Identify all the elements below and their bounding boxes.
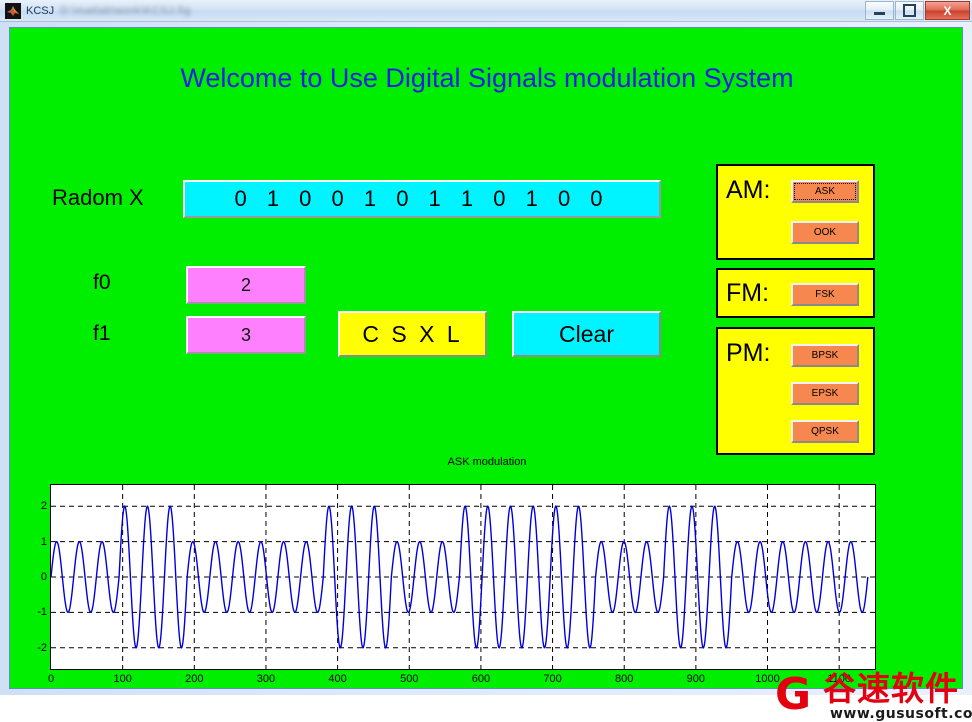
f0-input[interactable]: 2 xyxy=(186,266,306,304)
minimize-button[interactable] xyxy=(865,1,894,20)
watermark-url: www.gususoft.com xyxy=(830,706,972,722)
window-title: KCSJ xyxy=(26,4,55,17)
window-titlebar: KCSJ D:\matlab\work\KCSJ.fig X xyxy=(0,0,972,22)
window-controls: X xyxy=(864,1,970,20)
application-window: KCSJ D:\matlab\work\KCSJ.fig X Welcome t… xyxy=(0,0,972,722)
ook-button[interactable]: OOK xyxy=(791,221,859,244)
radom-x-label: Radom X xyxy=(52,185,144,210)
chart-x-tick: 600 xyxy=(471,673,491,685)
chart-x-tick: 800 xyxy=(615,673,634,685)
f1-input[interactable]: 3 xyxy=(186,316,306,354)
window-title-path: D:\matlab\work\KCSJ.fig xyxy=(60,4,191,17)
chart-x-tick: 900 xyxy=(686,673,706,685)
chart-x-tick: 400 xyxy=(328,673,347,685)
fm-panel-title: FM: xyxy=(726,279,770,307)
fm-panel: FM: FSK xyxy=(716,268,875,318)
chart-x-tick: 0 xyxy=(47,673,55,685)
chart-title: ASK modulation xyxy=(447,456,527,468)
qpsk-button[interactable]: QPSK xyxy=(791,420,859,443)
chart-x-tick: 1000 xyxy=(755,673,780,685)
watermark-logo: G xyxy=(775,669,812,720)
chart-x-axis: 0 100 200 300 400 500 600 700 800 900 1000 1100 xyxy=(40,478,900,685)
chart-x-tick: 700 xyxy=(543,673,562,685)
pm-panel: PM: BPSK EPSK QPSK xyxy=(716,327,875,455)
bpsk-button[interactable]: BPSK xyxy=(791,344,859,367)
maximize-button[interactable] xyxy=(895,1,924,20)
am-panel: AM: ASK OOK xyxy=(716,164,875,260)
csxl-button[interactable]: C S X L xyxy=(338,311,487,357)
chart-x-tick: 200 xyxy=(185,673,204,685)
ask-button[interactable]: ASK xyxy=(791,180,859,203)
chart-x-tick: 300 xyxy=(256,673,276,685)
epsk-button[interactable]: EPSK xyxy=(791,382,859,405)
f1-label: f1 xyxy=(93,322,111,345)
chart-x-tick: 500 xyxy=(400,673,419,685)
radom-x-input[interactable]: 0 1 0 0 1 0 1 1 0 1 0 0 xyxy=(183,180,661,218)
maximize-icon xyxy=(903,4,916,17)
chart-x-tick: 100 xyxy=(113,673,132,685)
close-button[interactable]: X xyxy=(925,1,970,20)
matlab-icon xyxy=(5,2,21,19)
chart-x-tick: 1100 xyxy=(827,673,851,685)
am-panel-title: AM: xyxy=(726,176,771,204)
minimize-icon xyxy=(874,12,885,15)
f0-label: f0 xyxy=(93,271,111,294)
clear-button[interactable]: Clear xyxy=(512,311,661,357)
figure-canvas: Welcome to Use Digital Signals modulatio… xyxy=(9,27,972,722)
chart-area: 2 1 0 -1 -2 0 100 200 300 400 500 600 700 800 900 1000… xyxy=(37,478,900,685)
fsk-button[interactable]: FSK xyxy=(791,283,859,306)
page-title: Welcome to Use Digital Signals modulatio… xyxy=(180,63,794,93)
watermark: G 谷速软件 www.gususoft.com xyxy=(775,669,972,722)
pm-panel-title: PM: xyxy=(726,339,771,367)
